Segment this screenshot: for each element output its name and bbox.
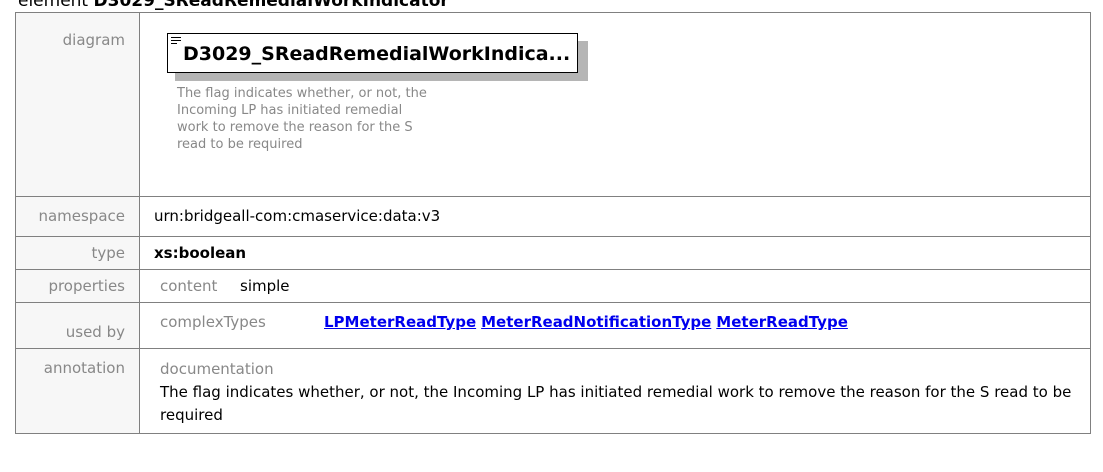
diagram-row: diagram D3029_SReadRemedialWorkIndica...… xyxy=(15,12,1091,197)
type-row: type xs:boolean xyxy=(15,236,1091,270)
page-title-prefix: element xyxy=(18,0,94,11)
namespace-value: urn:bridgeall-com:cmaservice:data:v3 xyxy=(154,207,441,225)
type-label-cell: type xyxy=(15,236,140,270)
used-by-cell: complexTypes LPMeterReadType MeterReadNoti… xyxy=(139,302,1091,349)
element-diagram: D3029_SReadRemedialWorkIndica... The fla… xyxy=(140,13,588,196)
type-label: type xyxy=(91,244,125,262)
annotation-key: documentation xyxy=(160,360,274,378)
properties-key: content xyxy=(160,277,218,295)
link-meterreadnotificationtype[interactable]: MeterReadNotificationType xyxy=(481,313,711,331)
annotation-label-cell: annotation xyxy=(15,348,140,434)
annotation-text: The flag indicates whether, or not, the … xyxy=(160,383,1072,424)
page-title: element D3029_SReadRemedialWorkIndicator xyxy=(18,0,449,11)
type-value: xs:boolean xyxy=(154,244,247,262)
annotation-cell: documentation The flag indicates whether… xyxy=(139,348,1091,434)
diagram-label-cell: diagram xyxy=(15,12,140,197)
diagram-label: diagram xyxy=(62,31,125,49)
used-by-content: complexTypes LPMeterReadType MeterReadNoti… xyxy=(160,303,1090,331)
used-by-label-cell: used by xyxy=(15,302,140,349)
namespace-row: namespace urn:bridgeall-com:cmaservice:d… xyxy=(15,196,1091,237)
properties-cell: content simple xyxy=(139,269,1091,303)
annotation-content: documentation The flag indicates whether… xyxy=(160,349,1090,427)
element-properties-table: diagram D3029_SReadRemedialWorkIndica...… xyxy=(15,12,1091,434)
diagram-element-box[interactable]: D3029_SReadRemedialWorkIndica... xyxy=(167,33,578,73)
page-title-element-name: D3029_SReadRemedialWorkIndicator xyxy=(93,0,449,11)
used-by-key: complexTypes xyxy=(160,313,266,331)
namespace-label-cell: namespace xyxy=(15,196,140,237)
properties-label-cell: properties xyxy=(15,269,140,303)
diagram-description: The flag indicates whether, or not, the … xyxy=(177,86,427,152)
diagram-cell: D3029_SReadRemedialWorkIndica... The fla… xyxy=(139,12,1091,197)
used-by-label: used by xyxy=(65,323,125,341)
properties-label: properties xyxy=(48,277,125,295)
properties-row: properties content simple xyxy=(15,269,1091,303)
annotation-row: annotation documentation The flag indica… xyxy=(15,348,1091,434)
link-lpmeterreadtype[interactable]: LPMeterReadType xyxy=(324,313,476,331)
type-cell: xs:boolean xyxy=(139,236,1091,270)
used-by-row: used by complexTypes LPMeterReadType Meter… xyxy=(15,302,1091,349)
properties-value: simple xyxy=(240,277,290,295)
diagram-element-name: D3029_SReadRemedialWorkIndica... xyxy=(183,43,571,65)
annotation-label: annotation xyxy=(43,359,125,377)
properties-content: content simple xyxy=(160,270,1090,295)
link-meterreadtype[interactable]: MeterReadType xyxy=(716,313,848,331)
namespace-label: namespace xyxy=(38,207,125,225)
element-list-icon xyxy=(171,37,181,46)
namespace-cell: urn:bridgeall-com:cmaservice:data:v3 xyxy=(139,196,1091,237)
